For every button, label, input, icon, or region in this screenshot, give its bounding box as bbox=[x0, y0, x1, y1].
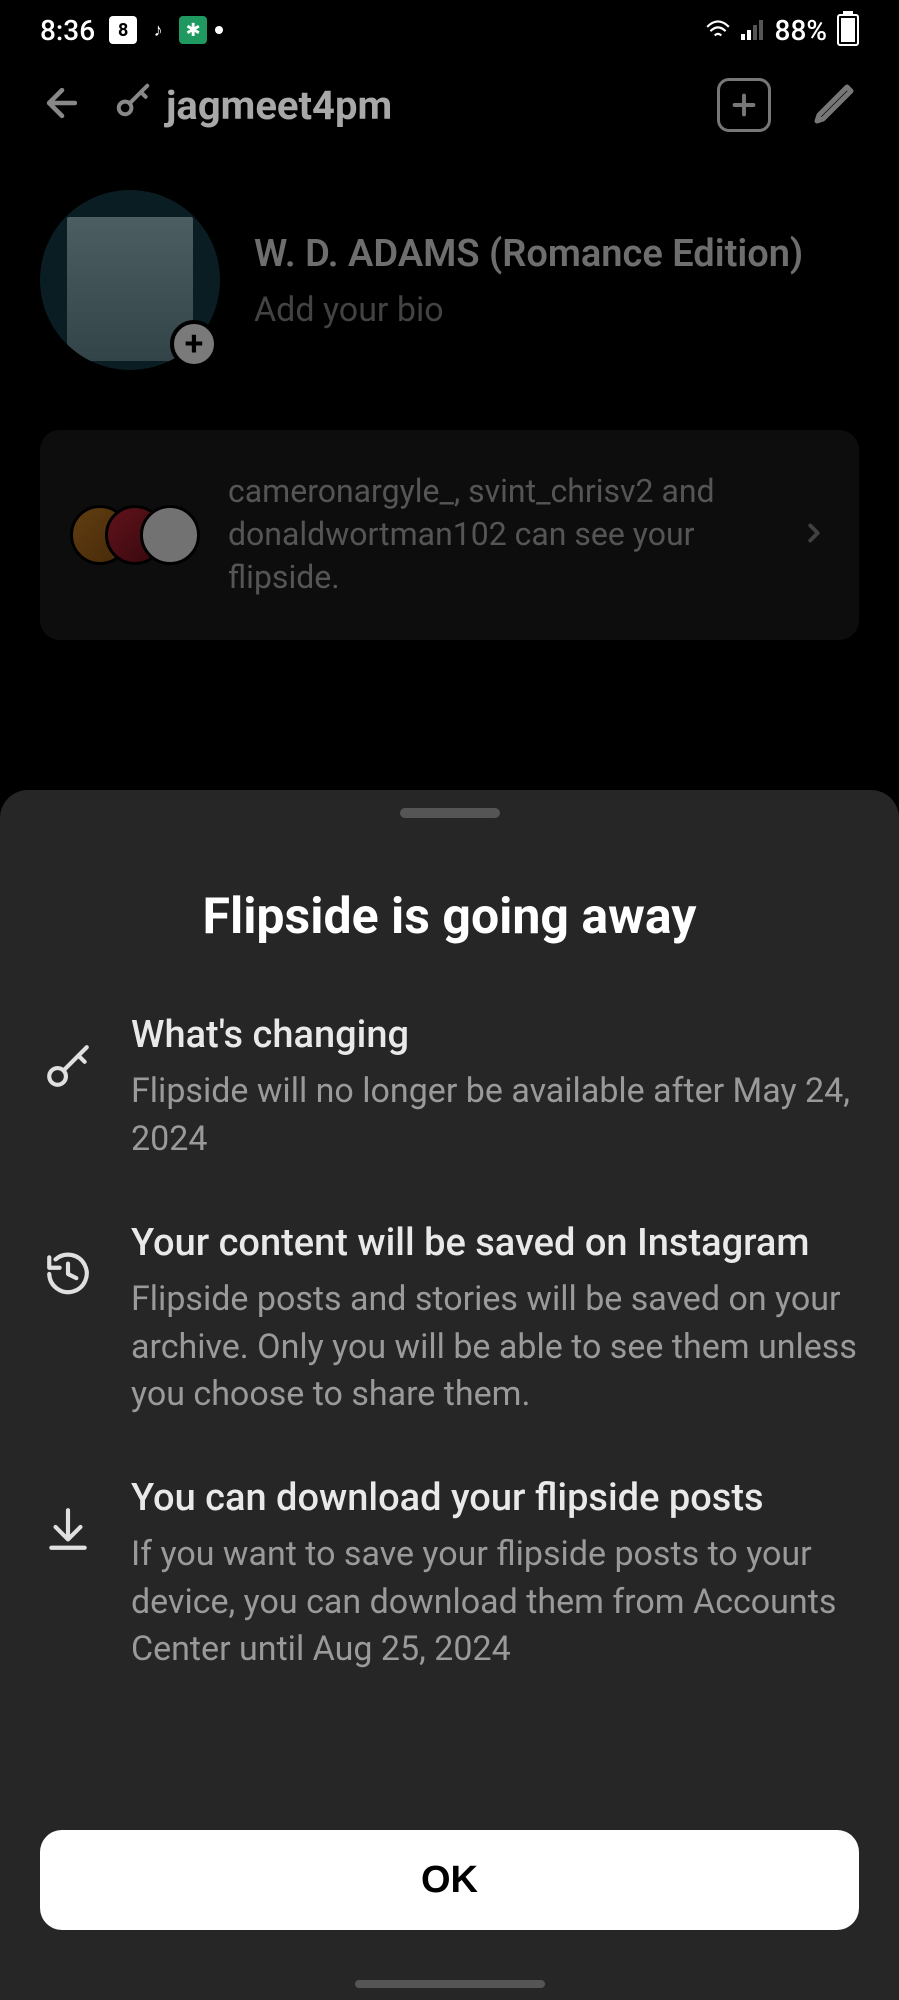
signal-icon bbox=[741, 14, 765, 47]
sheet-text: What's changing Flipside will no longer … bbox=[131, 1011, 859, 1164]
tiktok-icon: ♪ bbox=[145, 17, 171, 43]
chevron-right-icon bbox=[799, 511, 829, 559]
sheet-text: Your content will be saved on Instagram … bbox=[131, 1219, 859, 1419]
ok-button[interactable]: OK bbox=[40, 1830, 859, 1930]
key-icon bbox=[114, 81, 152, 129]
sheet-item-body: If you want to save your flipside posts … bbox=[131, 1531, 859, 1674]
viewer-avatars bbox=[70, 505, 200, 565]
sheet-item-body: Flipside will no longer be available aft… bbox=[131, 1068, 859, 1163]
home-indicator[interactable] bbox=[355, 1980, 545, 1988]
battery-pct: 88% bbox=[775, 14, 827, 47]
profile-display-name: W. D. ADAMS (Romance Edition) bbox=[254, 230, 859, 279]
profile-info: W. D. ADAMS (Romance Edition) Add your b… bbox=[254, 230, 859, 329]
download-icon bbox=[40, 1504, 96, 1554]
profile-section: + W. D. ADAMS (Romance Edition) Add your… bbox=[0, 150, 899, 400]
viewer-avatar-3 bbox=[140, 505, 200, 565]
header-title-wrap: jagmeet4pm bbox=[114, 81, 687, 129]
avatar-add-icon[interactable]: + bbox=[170, 320, 218, 368]
edit-icon[interactable] bbox=[811, 79, 859, 131]
viewers-text: cameronargyle_, svint_chrisv2 and donald… bbox=[228, 470, 771, 600]
profile-row: + W. D. ADAMS (Romance Edition) Add your… bbox=[40, 190, 859, 370]
sheet-item-body: Flipside posts and stories will be saved… bbox=[131, 1276, 859, 1419]
notif-icon-3: ✱ bbox=[179, 16, 207, 44]
status-right: 88% bbox=[705, 14, 859, 47]
status-notif-icons: 8 ♪ ✱ bbox=[109, 16, 223, 44]
bottom-sheet: Flipside is going away What's changing F… bbox=[0, 790, 899, 2000]
create-button[interactable] bbox=[717, 78, 771, 132]
sheet-title: Flipside is going away bbox=[40, 888, 859, 946]
sheet-item-whats-changing: What's changing Flipside will no longer … bbox=[40, 1011, 859, 1164]
sheet-item-title: You can download your flipside posts bbox=[131, 1474, 859, 1523]
notif-icon-1: 8 bbox=[109, 16, 137, 44]
sheet-item-download: You can download your flipside posts If … bbox=[40, 1474, 859, 1674]
header-username: jagmeet4pm bbox=[166, 82, 392, 129]
profile-header: jagmeet4pm bbox=[0, 60, 899, 150]
sheet-items: What's changing Flipside will no longer … bbox=[40, 1011, 859, 1674]
battery-icon bbox=[837, 14, 859, 46]
wifi-icon bbox=[705, 14, 731, 47]
history-icon bbox=[40, 1249, 96, 1299]
header-actions bbox=[717, 78, 859, 132]
status-time: 8:36 bbox=[40, 14, 95, 47]
status-left: 8:36 8 ♪ ✱ bbox=[40, 14, 223, 47]
profile-bio-prompt[interactable]: Add your bio bbox=[254, 290, 859, 330]
notif-dot bbox=[215, 26, 223, 34]
sheet-drag-handle[interactable] bbox=[400, 808, 500, 818]
key-icon bbox=[40, 1041, 96, 1091]
back-icon[interactable] bbox=[40, 81, 84, 129]
avatar-wrap[interactable]: + bbox=[40, 190, 220, 370]
sheet-item-title: Your content will be saved on Instagram bbox=[131, 1219, 859, 1268]
sheet-item-title: What's changing bbox=[131, 1011, 859, 1060]
status-bar: 8:36 8 ♪ ✱ 88% bbox=[0, 0, 899, 60]
sheet-item-content-saved: Your content will be saved on Instagram … bbox=[40, 1219, 859, 1419]
viewers-card[interactable]: cameronargyle_, svint_chrisv2 and donald… bbox=[40, 430, 859, 640]
sheet-text: You can download your flipside posts If … bbox=[131, 1474, 859, 1674]
